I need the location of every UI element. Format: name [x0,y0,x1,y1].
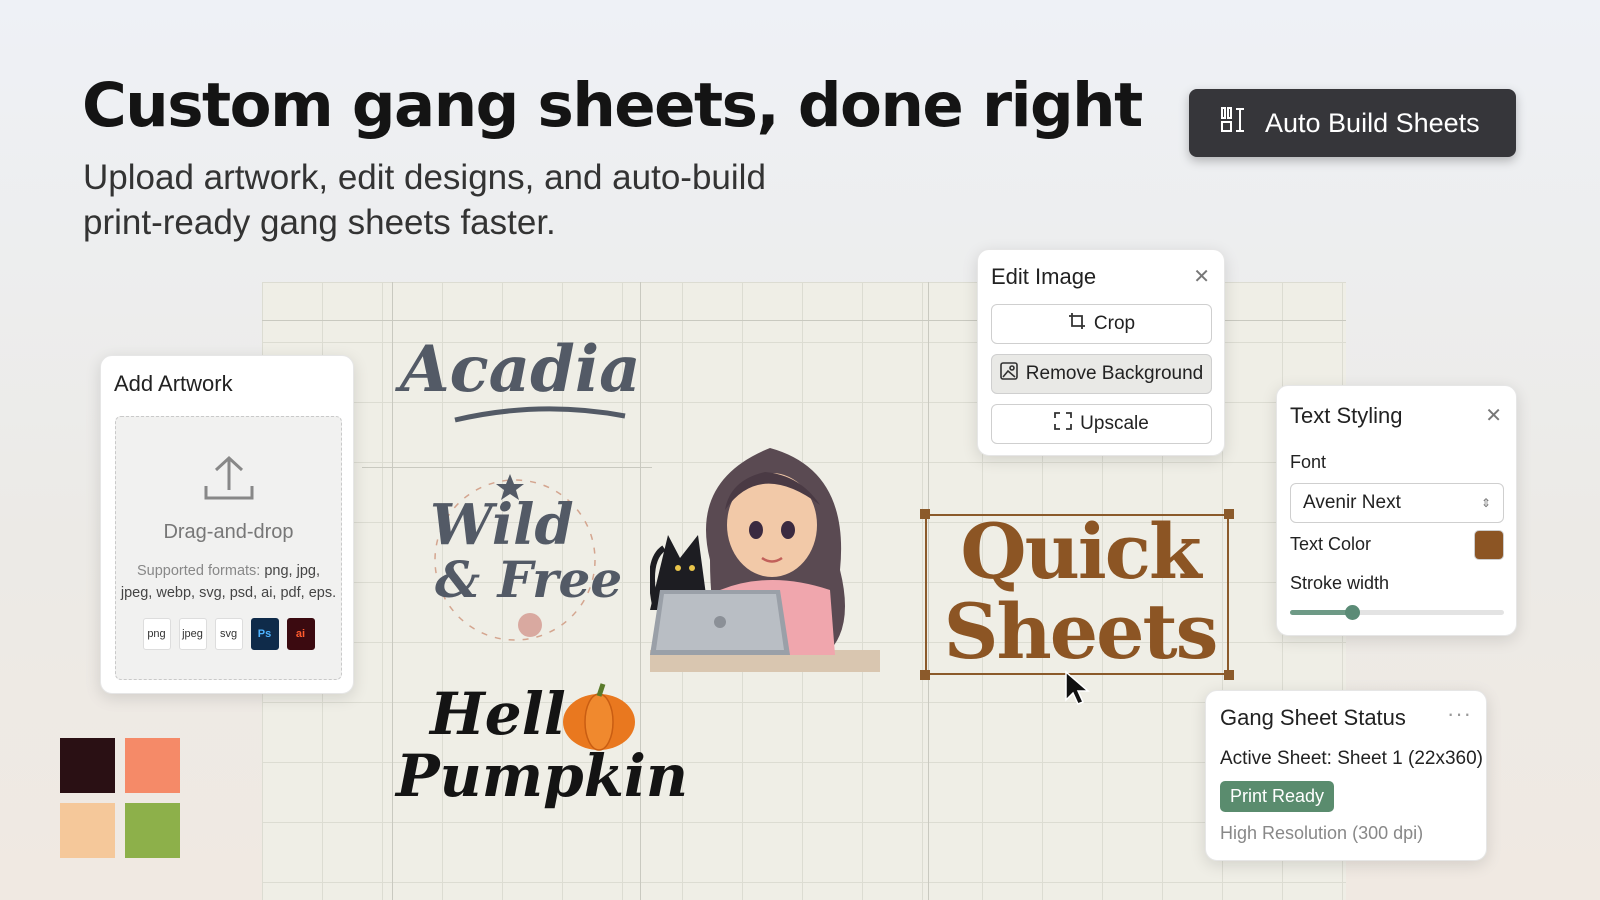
remove-background-icon [999,362,1018,386]
active-sheet-text: Active Sheet: Sheet 1 (22x360) [1220,748,1483,769]
stroke-width-slider[interactable] [1290,605,1504,620]
wild-free-artwork[interactable]: Wild & Free [420,470,622,650]
wild-text: Wild [430,492,574,558]
hello-pumpkin-artwork[interactable]: Hello Pumpkin [396,680,688,830]
gang-status-title: Gang Sheet Status [1220,705,1406,730]
svg-file-icon: svg [214,618,243,650]
file-type-icons: png jpeg svg Ps ai [116,618,341,650]
girl-laptop-illustration[interactable] [650,440,880,675]
color-swatch-4[interactable] [125,803,180,858]
layout-grid-icon [1219,105,1249,142]
select-arrows-icon: ⇕ [1480,496,1491,510]
close-icon[interactable]: ✕ [1485,403,1502,428]
page-title: Custom gang sheets, done right [82,70,1143,141]
text-color-label: Text Color [1290,534,1372,554]
page-subtitle: Upload artwork, edit designs, and auto-b… [83,158,766,242]
color-swatch-2[interactable] [125,738,180,793]
add-artwork-title: Add Artwork [114,371,233,396]
slider-knob[interactable] [1345,605,1361,620]
selection-box [925,514,1229,675]
upscale-button[interactable]: Upscale [991,404,1212,444]
supported-formats: Supported formats: png, jpg, jpeg, webp,… [116,560,341,604]
text-color-picker[interactable] [1474,530,1504,560]
png-file-icon: png [142,618,171,650]
pumpkin-icon [563,683,635,751]
pumpkin-text: Pumpkin [396,742,689,810]
formats-prefix: Supported formats: [137,563,261,579]
more-options-icon[interactable]: ··· [1447,701,1472,727]
text-styling-title: Text Styling [1290,403,1403,428]
jpeg-file-icon: jpeg [178,618,207,650]
add-artwork-panel: Add Artwork Drag-and-drop Supported form… [100,355,354,694]
resize-handle-tr[interactable] [1224,509,1234,519]
close-icon[interactable]: ✕ [1193,264,1210,289]
illustrator-file-icon: ai [286,618,315,650]
dropzone-label: Drag-and-drop [163,521,294,543]
crop-icon [1068,312,1086,336]
crop-label: Crop [1093,313,1136,334]
font-label: Font [1290,452,1327,472]
stroke-width-label: Stroke width [1290,573,1390,593]
upscale-icon [1054,412,1073,436]
auto-build-sheets-button[interactable]: Auto Build Sheets [1189,89,1516,157]
resize-handle-tl[interactable] [920,509,930,519]
resolution-text: High Resolution (300 dpi) [1220,823,1424,843]
slider-fill [1290,610,1353,615]
text-styling-panel: Text Styling ✕ Font Avenir Next ⇕ Text C… [1276,385,1517,636]
free-text: & Free [435,550,623,609]
resize-handle-bl[interactable] [920,670,930,680]
gang-sheet-status-panel: Gang Sheet Status ··· Active Sheet: Shee… [1205,690,1487,861]
color-swatch-1[interactable] [60,738,115,793]
edit-image-title: Edit Image [991,264,1097,289]
photoshop-file-icon: Ps [250,618,279,650]
auto-build-sheets-label: Auto Build Sheets [1265,107,1480,138]
print-ready-badge: Print Ready [1220,781,1335,812]
artwork-dropzone[interactable]: Drag-and-drop Supported formats: png, jp… [115,416,342,680]
font-select[interactable]: Avenir Next ⇕ [1290,483,1504,523]
upscale-label: Upscale [1080,413,1149,434]
acadia-swoosh [454,406,626,423]
font-value: Avenir Next [1303,492,1401,513]
edit-image-panel: Edit Image ✕ Crop Remove Background Upsc… [977,249,1225,456]
remove-background-button[interactable]: Remove Background [991,354,1212,394]
resize-handle-br[interactable] [1224,670,1234,680]
mouse-cursor-icon [1065,670,1091,705]
color-swatch-3[interactable] [60,803,115,858]
acadia-artwork[interactable]: Acadia [400,332,641,407]
crop-button[interactable]: Crop [991,304,1212,344]
upload-icon [116,452,341,511]
remove-background-label: Remove Background [1025,363,1204,384]
